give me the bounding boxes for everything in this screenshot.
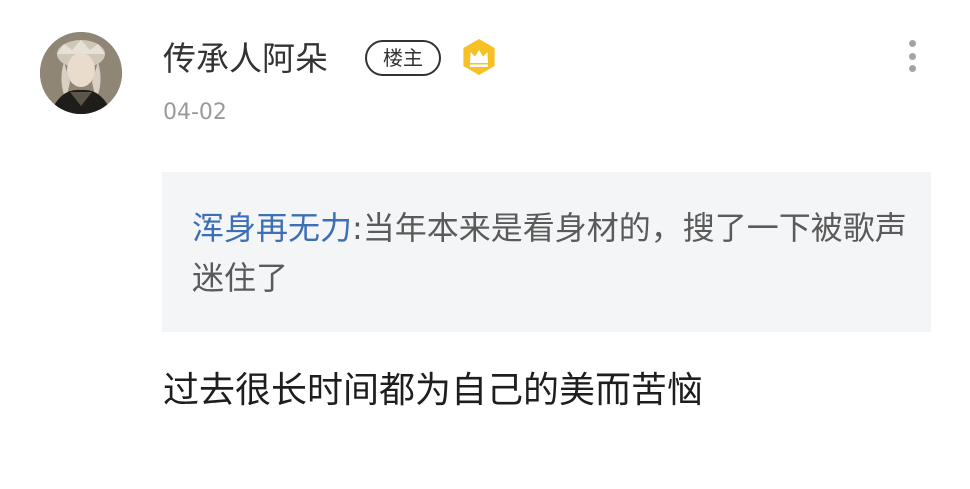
- more-vertical-icon: [908, 65, 916, 72]
- more-vertical-icon: [908, 52, 916, 60]
- quoted-comment-text: 浑身再无力:当年本来是看身材的，搜了一下被歌声迷住了: [192, 203, 912, 303]
- comment-page: 传承人阿朵 楼主 04-02 浑身再无力:当年本来是看身材的，搜了一下被歌声迷住…: [0, 0, 970, 489]
- crown-icon: [459, 37, 499, 77]
- avatar-image: [40, 32, 122, 114]
- quoted-comment[interactable]: 浑身再无力:当年本来是看身材的，搜了一下被歌声迷住了: [162, 172, 931, 332]
- avatar[interactable]: [40, 32, 122, 114]
- reply-text: 过去很长时间都为自己的美而苦恼: [163, 370, 704, 411]
- more-options-button[interactable]: [898, 36, 926, 76]
- quote-separator: :: [352, 209, 363, 247]
- op-badge: 楼主: [365, 40, 441, 76]
- quoted-comment-author[interactable]: 浑身再无力: [192, 209, 352, 247]
- more-vertical-icon: [908, 40, 916, 47]
- username[interactable]: 传承人阿朵: [163, 36, 328, 82]
- post-date: 04-02: [163, 100, 227, 125]
